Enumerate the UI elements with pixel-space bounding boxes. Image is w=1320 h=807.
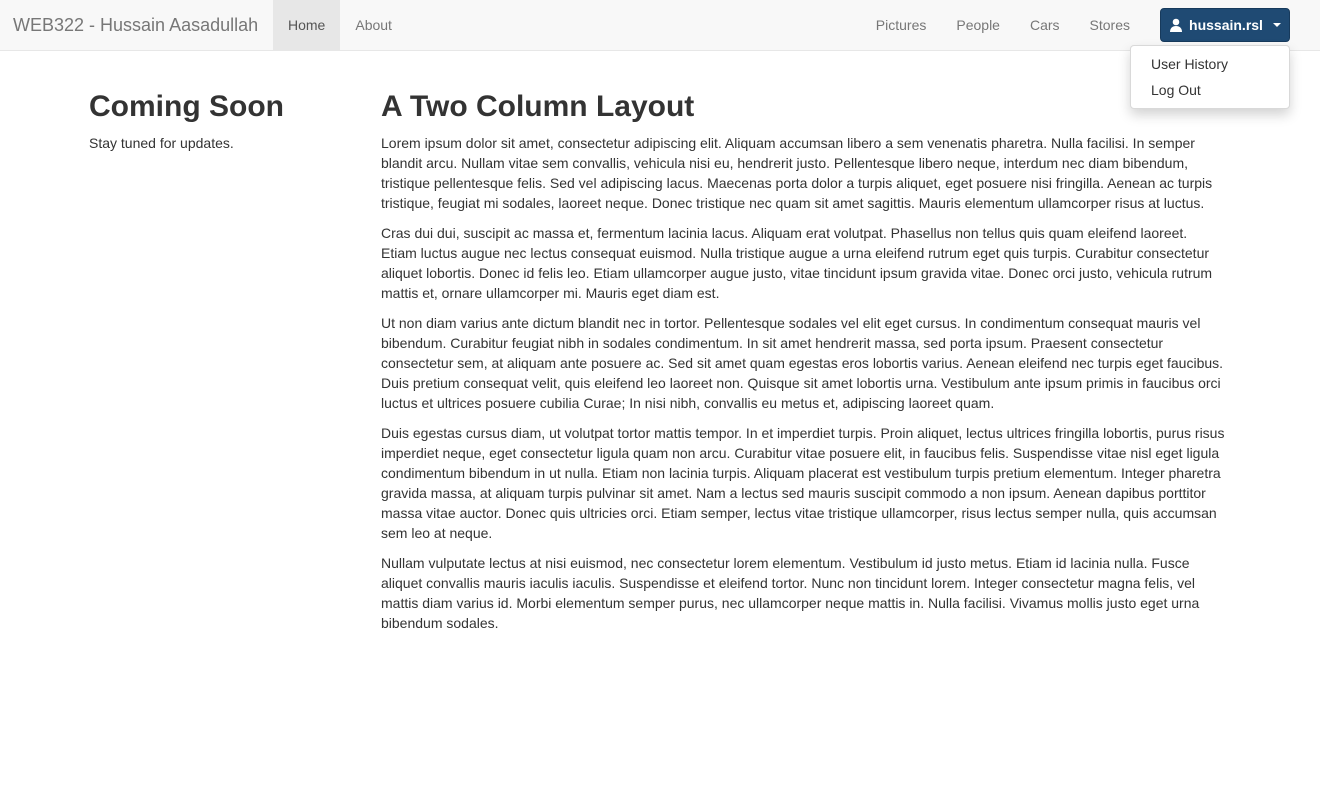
- user-dropdown-menu: User History Log Out: [1130, 45, 1290, 109]
- nav-about[interactable]: About: [340, 0, 407, 50]
- paragraph: Duis egestas cursus diam, ut volutpat to…: [381, 425, 1225, 541]
- main-title: A Two Column Layout: [381, 90, 695, 123]
- menu-user-history[interactable]: User History: [1131, 51, 1289, 77]
- sidebar-title: Coming Soon: [89, 90, 284, 123]
- paragraph: Nullam vulputate lectus at nisi euismod,…: [381, 555, 1200, 631]
- paragraph: Lorem ipsum dolor sit amet, consectetur …: [381, 135, 1213, 211]
- navbar: WEB322 - Hussain Aasadullah Home About P…: [0, 0, 1320, 51]
- caret-down-icon: [1272, 23, 1281, 27]
- nav-home[interactable]: Home: [273, 0, 341, 50]
- nav-pictures[interactable]: Pictures: [861, 0, 942, 50]
- main-column: A Two Column Layout Lorem ipsum dolor si…: [381, 70, 1226, 643]
- username: hussain.rsl: [1189, 17, 1263, 33]
- nav-people[interactable]: People: [941, 0, 1015, 50]
- brand-link[interactable]: WEB322 - Hussain Aasadullah: [13, 15, 258, 35]
- user-dropdown-button[interactable]: hussain.rsl: [1160, 8, 1290, 42]
- nav-stores[interactable]: Stores: [1075, 0, 1145, 50]
- nav-cars[interactable]: Cars: [1015, 0, 1075, 50]
- nav-left: Home About: [273, 0, 407, 50]
- sidebar-text: Stay tuned for updates.: [89, 135, 234, 151]
- nav-right: Pictures People Cars Stores: [861, 0, 1145, 50]
- paragraph: Cras dui dui, suscipit ac massa et, ferm…: [381, 225, 1213, 301]
- paragraph: Ut non diam varius ante dictum blandit n…: [381, 315, 1224, 411]
- sidebar-column: Coming Soon Stay tuned for updates.: [89, 70, 349, 163]
- user-icon: [1170, 18, 1183, 32]
- menu-log-out[interactable]: Log Out: [1131, 77, 1289, 103]
